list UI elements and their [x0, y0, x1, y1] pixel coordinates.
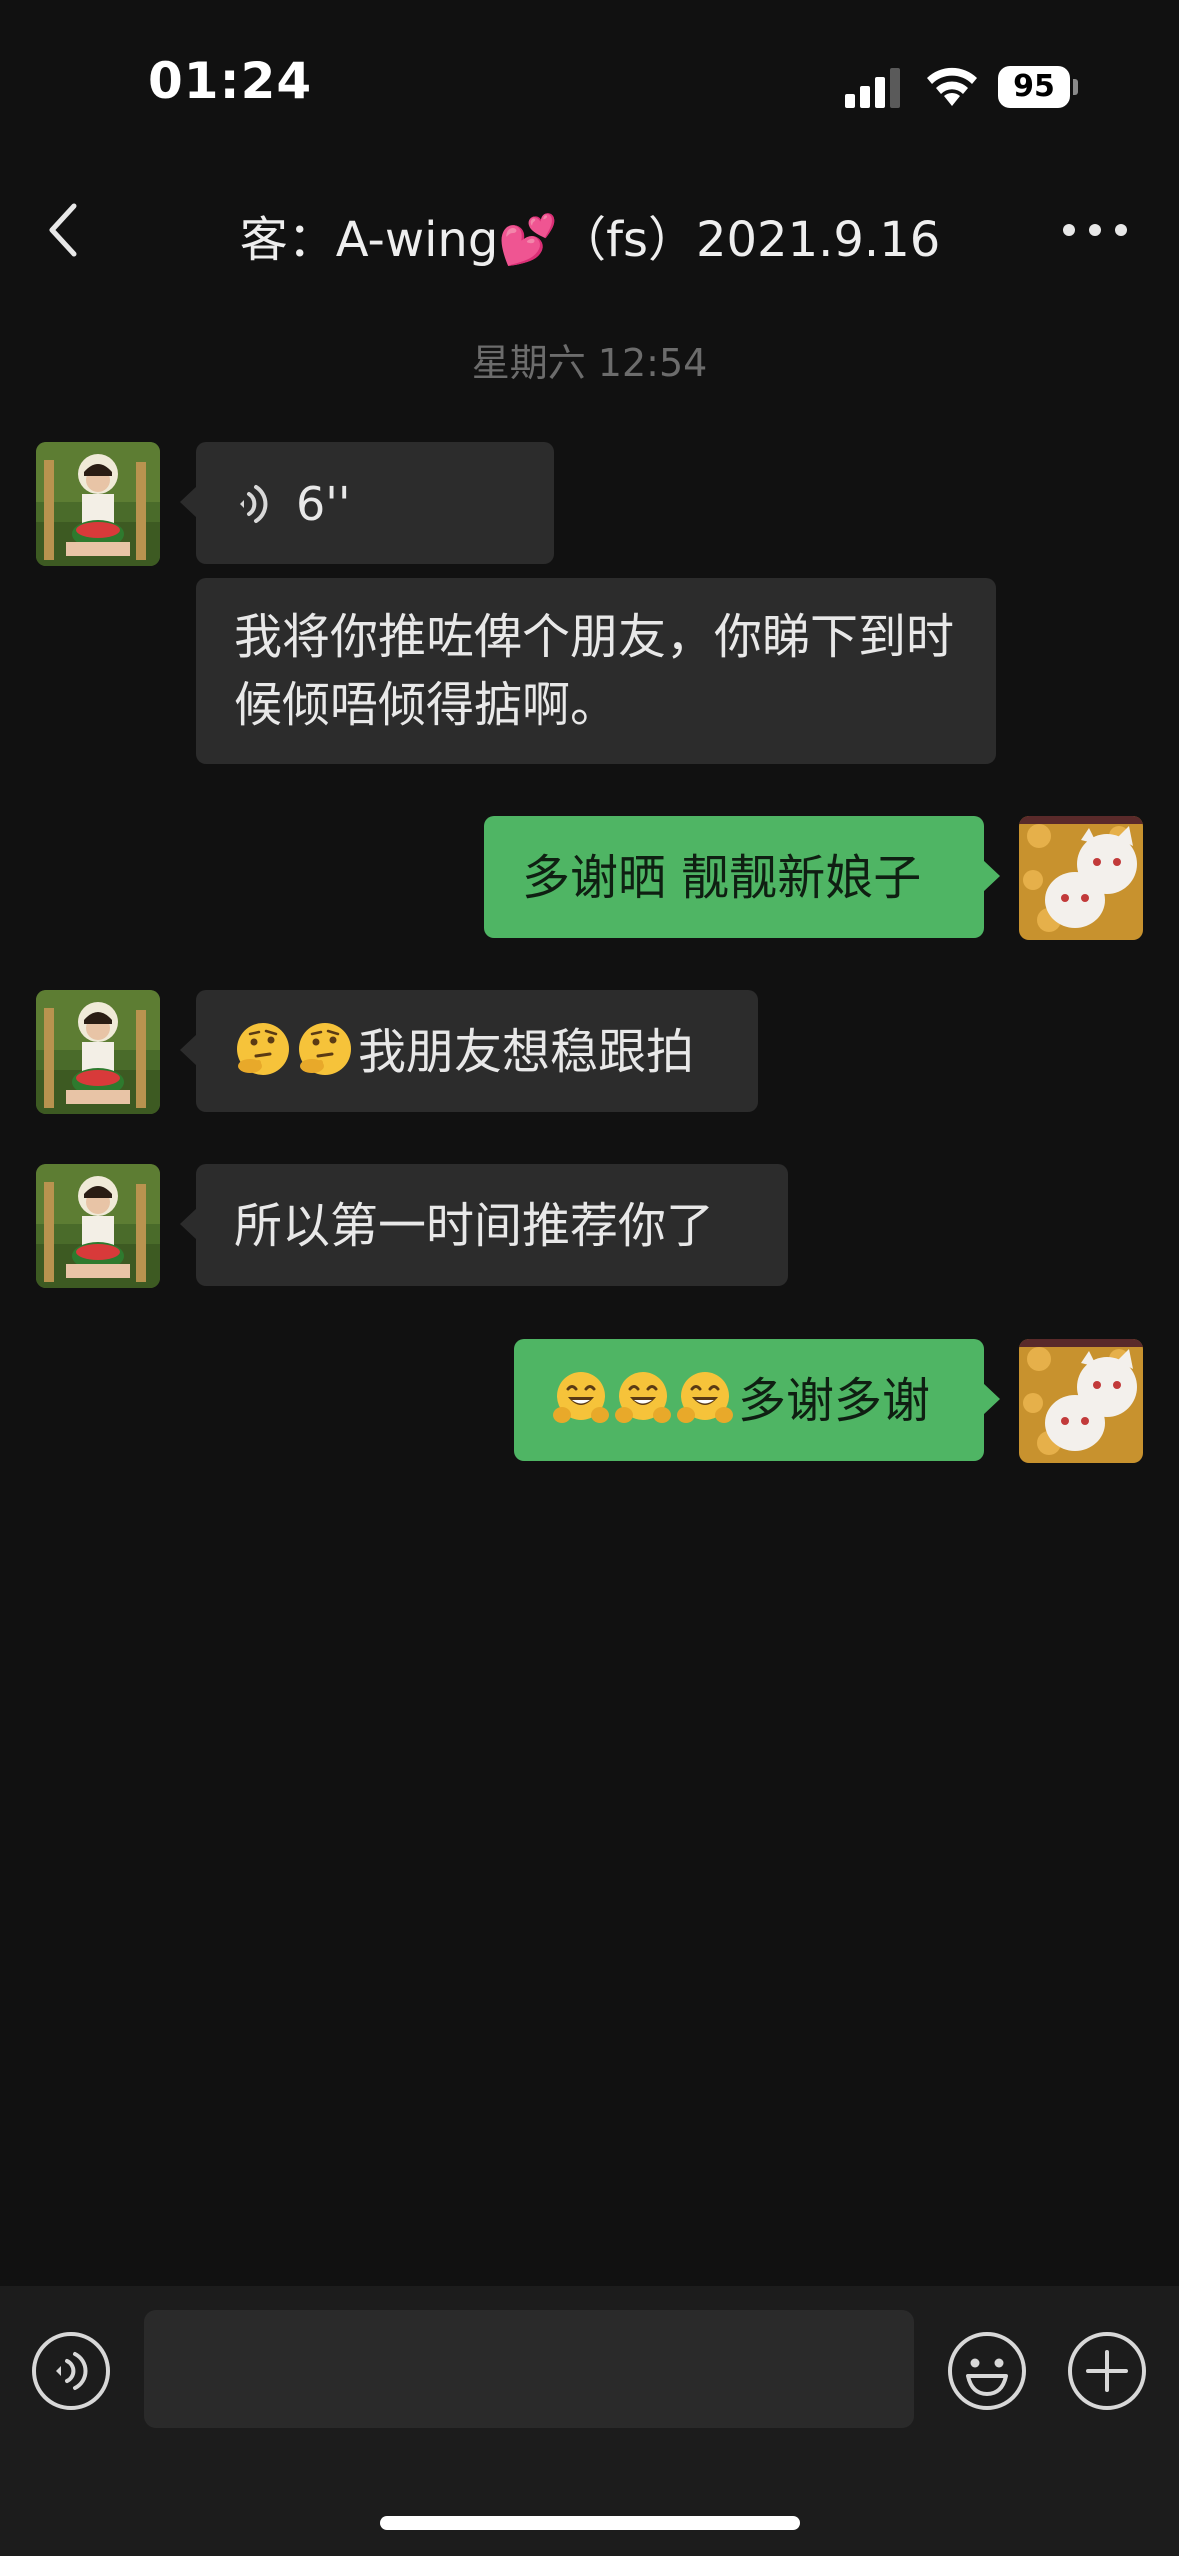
message-text: 我将你推咗俾个朋友，你睇下到时候倾唔倾得掂啊。: [234, 609, 955, 733]
voice-wave-icon: [240, 485, 268, 523]
voice-duration: 6'': [296, 477, 351, 531]
status-time: 01:24: [148, 52, 313, 110]
message-text: 所以第一时间推荐你了: [234, 1198, 715, 1254]
voice-toggle-icon[interactable]: [30, 2330, 112, 2412]
voice-message-bubble[interactable]: 6'': [180, 442, 554, 564]
more-dots-icon[interactable]: [1055, 210, 1135, 250]
contact-avatar[interactable]: [36, 442, 160, 566]
plus-icon[interactable]: [1066, 2330, 1148, 2412]
message-bubble[interactable]: 我将你推咗俾个朋友，你睇下到时候倾唔倾得掂啊。: [196, 578, 996, 764]
self-avatar[interactable]: [1019, 816, 1143, 940]
message-bubble-outgoing[interactable]: 多谢晒 靓靓新娘子: [484, 816, 1000, 938]
signal-icon: [845, 68, 900, 108]
thinking-face-emoji: [299, 1023, 351, 1075]
message-text: 多谢晒 靓靓新娘子: [522, 850, 922, 906]
home-indicator: [380, 2516, 800, 2530]
wifi-icon: [927, 67, 977, 106]
emoji-icon[interactable]: [946, 2330, 1028, 2412]
hugging-face-emoji: [553, 1372, 609, 1423]
message-content: 我朋友想稳跟拍: [234, 1018, 694, 1086]
message-input[interactable]: [144, 2310, 914, 2428]
thinking-face-emoji: [237, 1023, 289, 1075]
message-bubble[interactable]: 所以第一时间推荐你了: [180, 1164, 788, 1286]
chat-screen: 01:24 95 客：A-wing💕（fs）2021.9.16 星期六 12:5…: [0, 0, 1179, 2556]
back-chevron-icon[interactable]: [36, 198, 96, 262]
chat-title: 客：A-wing💕（fs）2021.9.16: [239, 212, 941, 268]
message-text: 我朋友想稳跟拍: [358, 1024, 695, 1080]
battery-level: 95: [1013, 69, 1055, 104]
input-bar: [0, 2286, 1179, 2556]
contact-avatar[interactable]: [36, 990, 160, 1114]
chat-timestamp: 星期六 12:54: [471, 341, 708, 385]
message-content: 多谢多谢: [552, 1367, 930, 1435]
battery-icon: 95: [998, 66, 1078, 108]
message-bubble[interactable]: 我朋友想稳跟拍: [180, 990, 758, 1112]
self-avatar[interactable]: [1019, 1339, 1143, 1463]
message-text: 多谢多谢: [738, 1373, 931, 1429]
contact-avatar[interactable]: [36, 1164, 160, 1288]
message-bubble-outgoing[interactable]: 多谢多谢: [514, 1339, 1000, 1461]
status-bar: 01:24 95: [0, 0, 1179, 150]
nav-bar: 客：A-wing💕（fs）2021.9.16: [0, 170, 1179, 290]
hugging-face-emoji: [677, 1372, 733, 1423]
hugging-face-emoji: [615, 1372, 671, 1423]
